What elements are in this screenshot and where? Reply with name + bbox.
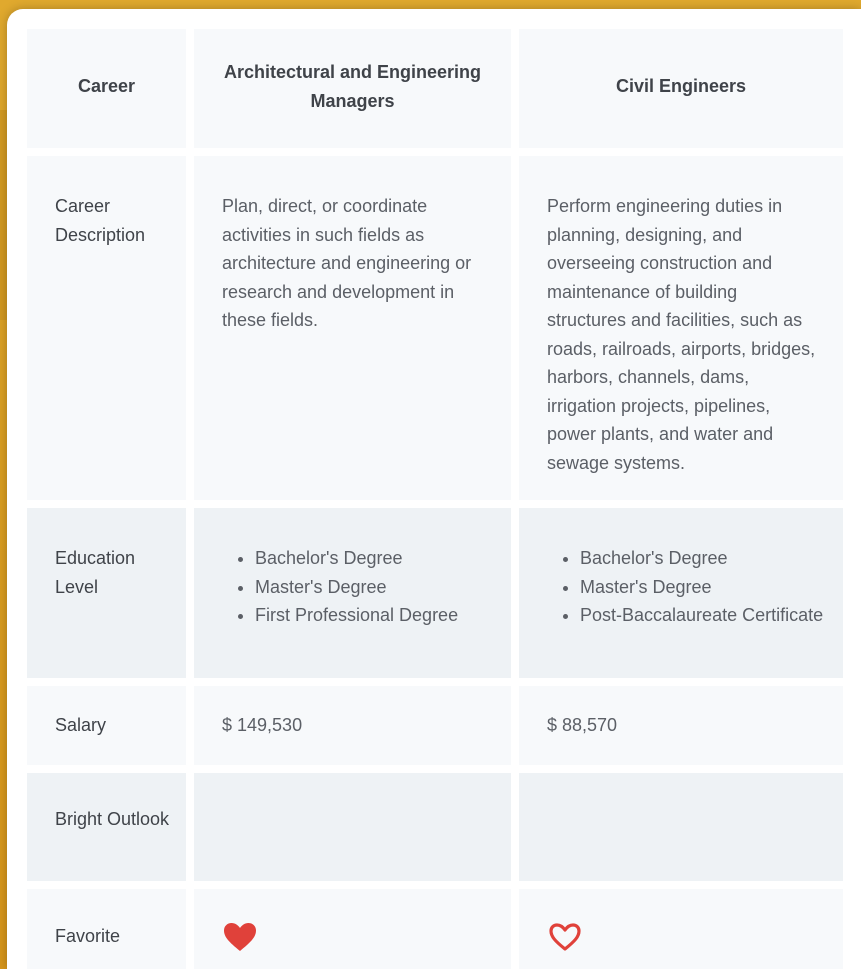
list-item: Bachelor's Degree [580,544,833,573]
list-item: Master's Degree [580,573,833,602]
list-item: First Professional Degree [255,601,501,630]
list-item: Post-Baccalaureate Certificate [580,601,833,630]
education-level-label: Education Level [27,508,186,678]
education-level-2: Bachelor's Degree Master's Degree Post-B… [519,508,843,678]
education-list: Bachelor's Degree Master's Degree First … [194,508,511,630]
career-compare-modal: Career Architectural and Engineering Man… [7,9,861,969]
career-name-2: Civil Engineers [519,29,843,148]
list-item: Master's Degree [255,573,501,602]
career-description-1: Plan, direct, or coordinate activities i… [194,156,511,500]
bright-outlook-1 [194,773,511,881]
career-description-label: Career Description [27,156,186,500]
favorite-label: Favorite [27,889,186,969]
favorite-cell-1 [194,889,511,969]
salary-value-2: $ 88,570 [519,686,843,765]
career-description-2: Perform engineering duties in planning, … [519,156,843,500]
bright-outlook-label: Bright Outlook [27,773,186,881]
education-level-1: Bachelor's Degree Master's Degree First … [194,508,511,678]
career-header-label: Career [27,29,186,148]
career-name-1: Architectural and Engineering Managers [194,29,511,148]
bright-outlook-2 [519,773,843,881]
education-list: Bachelor's Degree Master's Degree Post-B… [519,508,843,630]
heart-filled-icon[interactable] [222,921,258,953]
comparison-table: Career Architectural and Engineering Man… [27,29,843,969]
salary-value-1: $ 149,530 [194,686,511,765]
favorite-cell-2 [519,889,843,969]
salary-label: Salary [27,686,186,765]
heart-outline-icon[interactable] [547,921,583,953]
list-item: Bachelor's Degree [255,544,501,573]
